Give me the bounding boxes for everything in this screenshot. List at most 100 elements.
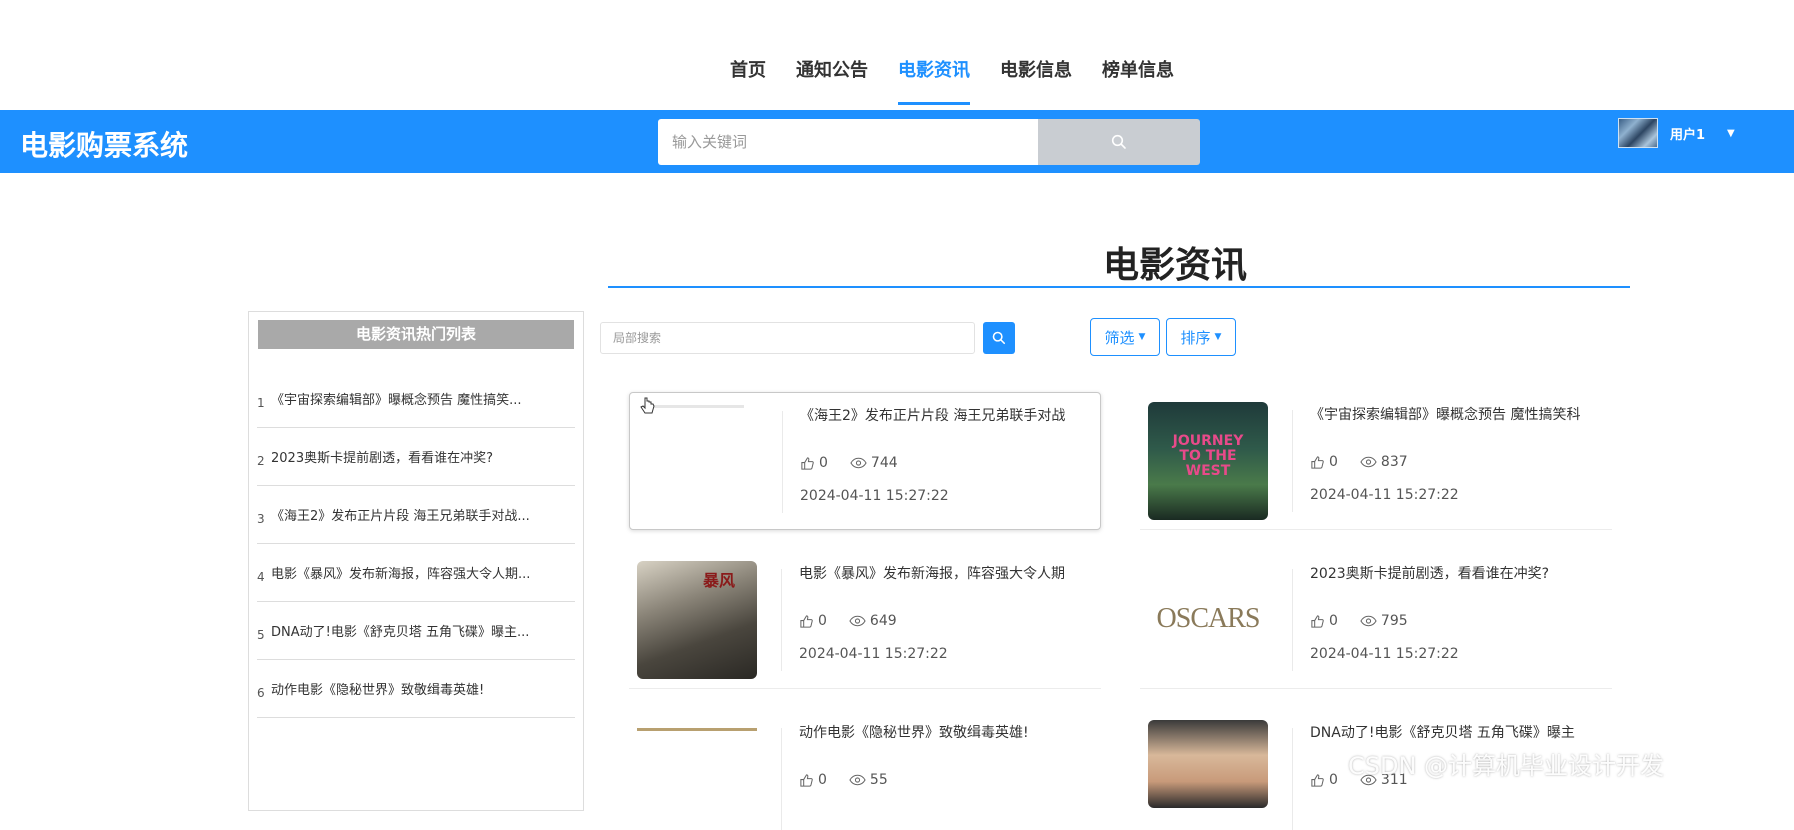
nav-item-home[interactable]: 首页 — [715, 48, 781, 90]
news-card[interactable]: 动作电影《隐秘世界》致敬缉毒英雄! 0 55 — [629, 710, 1101, 830]
list-item[interactable]: 5 DNA动了!电影《舒克贝塔 五角飞碟》曝主... — [257, 602, 575, 660]
list-item-number: 1 — [257, 395, 265, 410]
site-title: 电影购票系统 — [20, 129, 189, 162]
news-date: 2024-04-11 15:27:22 — [799, 646, 948, 662]
nav-items: 首页 通知公告 电影资讯 电影信息 榜单信息 — [715, 48, 1189, 105]
search-icon — [992, 331, 1006, 345]
list-item-text: 《宇宙探索编辑部》曝概念预告 魔性搞笑... — [271, 393, 522, 408]
list-item-text: 动作电影《隐秘世界》致敬缉毒英雄! — [271, 683, 485, 698]
user-menu[interactable]: 用户1 ▼ — [1618, 118, 1735, 148]
card-divider — [781, 569, 782, 671]
search-button[interactable] — [1038, 119, 1200, 165]
news-thumbnail: 暴风 — [637, 561, 757, 679]
news-thumbnail — [638, 403, 758, 521]
list-item-text: DNA动了!电影《舒克贝塔 五角飞碟》曝主... — [271, 625, 530, 640]
list-item-number: 6 — [257, 685, 265, 700]
thumbs-up-icon — [801, 456, 814, 470]
news-stats: 0 837 — [1310, 454, 1408, 470]
card-divider — [781, 728, 782, 830]
like-count: 0 — [1329, 454, 1338, 470]
view-count: 744 — [870, 455, 898, 471]
nav-item-movie-info[interactable]: 电影信息 — [985, 48, 1087, 90]
like-count: 0 — [1329, 772, 1338, 788]
news-date: 2024-04-11 15:27:22 — [1310, 646, 1459, 662]
title-underline — [608, 286, 1630, 288]
news-stats: 0 55 — [799, 772, 888, 788]
hot-list-panel: 电影资讯热门列表 1 《宇宙探索编辑部》曝概念预告 魔性搞笑... 2 2023奥斯… — [248, 311, 584, 811]
news-stats: 0 649 — [799, 613, 897, 629]
filter-label: 筛选 — [1104, 328, 1135, 347]
list-item[interactable]: 3 《海王2》发布正片片段 海王兄弟联手对战... — [257, 486, 575, 544]
card-divider — [1292, 410, 1293, 512]
card-divider — [782, 411, 783, 513]
nav-item-rankings[interactable]: 榜单信息 — [1087, 48, 1189, 90]
like-count: 0 — [1329, 613, 1338, 629]
thumbnail-text: 暴风 — [703, 571, 736, 590]
thumbs-up-icon — [1311, 455, 1324, 469]
sort-dropdown-button[interactable]: 排序 ▼ — [1166, 318, 1236, 356]
thumbs-up-icon — [1311, 614, 1324, 628]
news-title: DNA动了!电影《舒克贝塔 五角飞碟》曝主 — [1310, 725, 1575, 741]
news-title: 动作电影《隐秘世界》致敬缉毒英雄! — [799, 725, 1029, 741]
global-search — [658, 119, 1200, 165]
eye-icon — [1360, 456, 1377, 468]
list-item-text: 电影《暴风》发布新海报，阵容强大令人期... — [271, 567, 531, 582]
thumbnail-text: JOURNEY TO THE WEST — [1172, 433, 1244, 479]
thumbs-up-icon — [1311, 773, 1324, 787]
list-item-number: 5 — [257, 627, 265, 642]
news-card[interactable]: 暴风 电影《暴风》发布新海报，阵容强大令人期 0 649 2024-04-11 … — [629, 551, 1101, 689]
news-thumbnail — [637, 720, 757, 808]
local-search-button[interactable] — [983, 322, 1015, 354]
news-title: 《海王2》发布正片片段 海王兄弟联手对战 — [800, 408, 1066, 424]
list-item-number: 2 — [257, 453, 265, 468]
list-item[interactable]: 1 《宇宙探索编辑部》曝概念预告 魔性搞笑... — [257, 370, 575, 428]
view-count: 55 — [869, 772, 888, 788]
chevron-down-icon: ▼ — [1727, 127, 1735, 139]
search-input[interactable] — [658, 119, 1038, 165]
list-item-text: 《海王2》发布正片片段 海王兄弟联手对战... — [271, 509, 530, 524]
news-title: 《宇宙探索编辑部》曝概念预告 魔性搞笑科 — [1310, 407, 1581, 423]
sort-label: 排序 — [1180, 328, 1211, 347]
caret-down-icon: ▼ — [1138, 332, 1146, 342]
view-count: 837 — [1380, 454, 1408, 470]
eye-icon — [1360, 615, 1377, 627]
filter-dropdown-button[interactable]: 筛选 ▼ — [1090, 318, 1160, 356]
nav-item-notices[interactable]: 通知公告 — [781, 48, 883, 90]
search-icon — [1111, 134, 1126, 149]
thumbs-up-icon — [800, 614, 813, 628]
news-stats: 0 744 — [800, 455, 898, 471]
list-item[interactable]: 6 动作电影《隐秘世界》致敬缉毒英雄! — [257, 660, 575, 718]
like-count: 0 — [819, 455, 828, 471]
page-title: 电影资讯 — [1102, 245, 1247, 286]
news-title: 2023奥斯卡提前剧透，看看谁在冲奖? — [1310, 566, 1550, 582]
news-stats: 0 795 — [1310, 613, 1408, 629]
like-count: 0 — [818, 613, 827, 629]
list-item[interactable]: 4 电影《暴风》发布新海报，阵容强大令人期... — [257, 544, 575, 602]
card-divider — [1292, 728, 1293, 830]
list-item[interactable]: 2 2023奥斯卡提前剧透，看看谁在冲奖? — [257, 428, 575, 486]
news-card[interactable]: 《海王2》发布正片片段 海王兄弟联手对战 0 744 2024-04-11 15… — [629, 392, 1101, 530]
news-date: 2024-04-11 15:27:22 — [1310, 487, 1459, 503]
caret-down-icon: ▼ — [1214, 332, 1222, 342]
list-item-number: 3 — [257, 511, 265, 526]
user-name: 用户1 — [1670, 127, 1706, 143]
thumbs-up-icon — [800, 773, 813, 787]
news-thumbnail — [1148, 720, 1268, 808]
avatar — [1618, 118, 1658, 148]
like-count: 0 — [818, 772, 827, 788]
nav-item-movie-news[interactable]: 电影资讯 — [883, 48, 985, 105]
cursor-pointer-icon — [640, 397, 655, 414]
eye-icon — [849, 615, 866, 627]
news-thumbnail: OSCARS — [1148, 561, 1268, 679]
news-thumbnail: JOURNEY TO THE WEST — [1148, 402, 1268, 520]
view-count: 649 — [869, 613, 897, 629]
news-card[interactable]: JOURNEY TO THE WEST 《宇宙探索编辑部》曝概念预告 魔性搞笑科… — [1140, 392, 1612, 530]
eye-icon — [849, 774, 866, 786]
news-card[interactable]: OSCARS 2023奥斯卡提前剧透，看看谁在冲奖? 0 795 2024-04… — [1140, 551, 1612, 689]
local-search-input[interactable] — [600, 322, 975, 354]
list-item-text: 2023奥斯卡提前剧透，看看谁在冲奖? — [271, 451, 493, 466]
thumbnail-text: OSCARS — [1156, 603, 1261, 634]
card-divider — [1292, 569, 1293, 671]
top-nav: 首页 通知公告 电影资讯 电影信息 榜单信息 — [0, 0, 1794, 110]
watermark: CSDN @计算机毕业设计开发 — [1348, 752, 1665, 780]
